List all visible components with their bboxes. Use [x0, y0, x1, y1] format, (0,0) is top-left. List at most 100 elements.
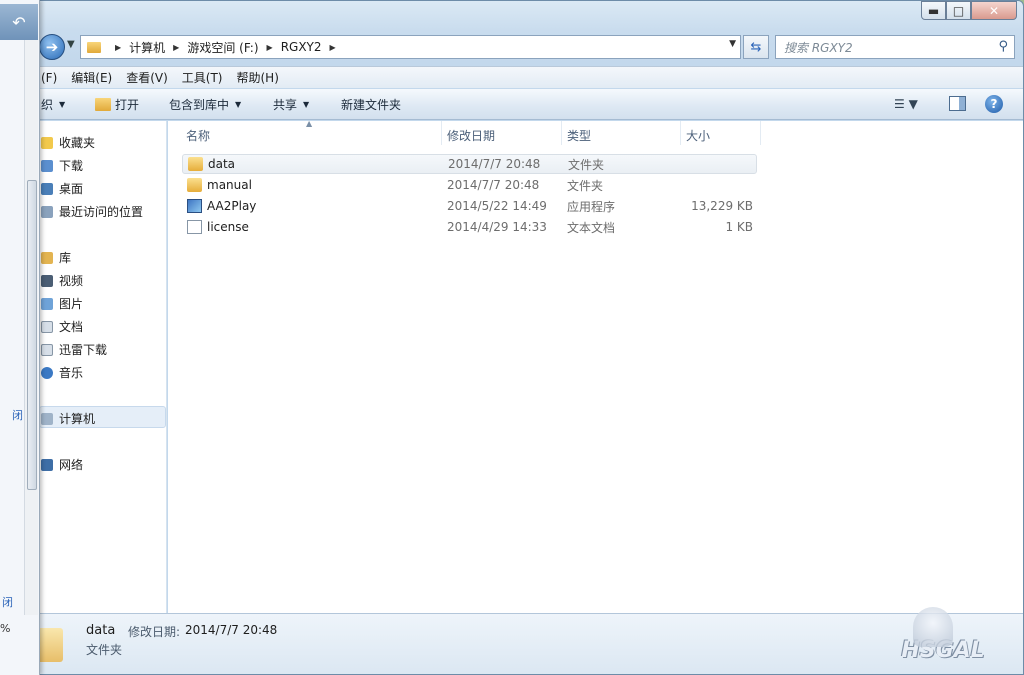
file-name: license [207, 220, 249, 234]
file-row[interactable]: data 2014/7/7 20:48 文件夹 [182, 154, 757, 174]
nav-xunlei[interactable]: 迅雷下载 [41, 341, 107, 358]
nav-videos[interactable]: 视频 [41, 272, 83, 289]
new-folder-button[interactable]: 新建文件夹 [341, 96, 401, 113]
file-date: 2014/7/7 20:48 [447, 178, 540, 192]
organize-label: 织 [41, 98, 54, 112]
column-size[interactable]: 大小 [686, 127, 710, 144]
nav-xunlei-label: 迅雷下载 [59, 343, 108, 357]
refresh-button[interactable]: ⇆ [743, 35, 769, 59]
address-dropdown-icon[interactable]: ▼ [729, 39, 736, 49]
nav-documents[interactable]: 文档 [41, 318, 83, 335]
star-icon [41, 136, 53, 149]
mascot-image [913, 607, 953, 647]
chevron-right-icon[interactable]: ▶ [330, 43, 336, 52]
folder-icon [187, 178, 202, 192]
overlay-text: 闭 [2, 596, 13, 609]
background-window-edge: ↶ 闭 闭 % [0, 0, 40, 675]
music-note-icon [41, 366, 53, 379]
nav-pictures-label: 图片 [59, 297, 84, 311]
chevron-right-icon[interactable]: ▶ [115, 43, 121, 52]
breadcrumb-rgxy2[interactable]: RGXY2 [281, 40, 322, 54]
preview-pane-icon[interactable] [949, 96, 966, 111]
column-name[interactable]: 名称 [186, 127, 210, 144]
breadcrumb-drive[interactable]: 游戏空间 (F:) [187, 39, 258, 56]
computer-icon [41, 412, 53, 425]
search-box[interactable]: 搜索 RGXY2 ⚲ [775, 35, 1015, 59]
column-divider[interactable] [680, 121, 681, 145]
column-type[interactable]: 类型 [567, 127, 591, 144]
desktop-icon [41, 182, 53, 195]
file-date: 2014/4/29 14:33 [447, 220, 547, 234]
nav-desktop[interactable]: 桌面 [41, 180, 83, 197]
scrollbar[interactable] [24, 40, 38, 615]
nav-downloads-label: 下载 [59, 159, 84, 173]
back-arrow-icon[interactable]: ↶ [0, 4, 38, 40]
file-row[interactable]: manual 2014/7/7 20:48 文件夹 [182, 175, 757, 195]
overlay-text: 闭 [12, 409, 23, 422]
folder-icon [188, 157, 203, 171]
chevron-right-icon[interactable]: ▶ [267, 43, 273, 52]
column-date[interactable]: 修改日期 [447, 127, 495, 144]
recent-pages-dropdown-icon[interactable]: ▼ [67, 39, 75, 50]
details-name: data [86, 623, 116, 638]
nav-computer[interactable]: 计算机 [41, 410, 95, 427]
caret-down-icon: ▼ [235, 100, 242, 109]
share-button[interactable]: 共享 ▼ [273, 96, 309, 113]
share-label: 共享 [273, 98, 298, 112]
file-row[interactable]: license 2014/4/29 14:33 文本文档 1 KB [182, 217, 757, 237]
column-headers: ▲ 名称 修改日期 类型 大小 [168, 119, 1023, 147]
chevron-right-icon[interactable]: ▶ [173, 43, 179, 52]
search-placeholder: 搜索 RGXY2 [784, 40, 853, 55]
search-icon[interactable]: ⚲ [998, 39, 1008, 54]
menu-bar: (F) 编辑(E) 查看(V) 工具(T) 帮助(H) [1, 66, 1023, 88]
address-bar[interactable]: ▶ 计算机 ▶ 游戏空间 (F:) ▶ RGXY2 ▶ ▼ [80, 35, 741, 59]
navigation-row: ➔ ▼ ▶ 计算机 ▶ 游戏空间 (F:) ▶ RGXY2 ▶ ▼ ⇆ 搜索 RGXY… [1, 34, 1023, 60]
menu-file[interactable]: (F) [41, 71, 57, 85]
text-file-icon [187, 220, 202, 234]
refresh-icon: ⇆ [750, 39, 762, 55]
nav-favorites[interactable]: 收藏夹 [41, 134, 95, 151]
nav-libraries-label: 库 [59, 251, 72, 265]
overlay-percent: % [0, 622, 11, 635]
nav-recent-label: 最近访问的位置 [59, 205, 144, 219]
open-button[interactable]: 打开 [95, 96, 139, 113]
nav-libraries[interactable]: 库 [41, 249, 71, 266]
column-divider[interactable] [441, 121, 442, 145]
include-in-library-button[interactable]: 包含到库中 ▼ [169, 96, 241, 113]
menu-tools[interactable]: 工具(T) [182, 69, 223, 86]
file-type: 文件夹 [567, 178, 604, 193]
file-list: ▲ 名称 修改日期 类型 大小 data 2014/7/7 20:48 文件夹 … [168, 119, 1023, 613]
nav-desktop-label: 桌面 [59, 182, 84, 196]
file-row[interactable]: AA2Play 2014/5/22 14:49 应用程序 13,229 KB [182, 196, 757, 216]
close-button[interactable]: ✕ [971, 1, 1017, 20]
column-divider[interactable] [561, 121, 562, 145]
nav-network-label: 网络 [59, 458, 84, 472]
nav-music[interactable]: 音乐 [41, 364, 83, 381]
menu-help[interactable]: 帮助(H) [237, 69, 279, 86]
view-options-icon[interactable]: ☰ ▼ [894, 97, 918, 111]
nav-network[interactable]: 网络 [41, 456, 83, 473]
file-type: 文件夹 [568, 157, 605, 172]
sort-arrow-icon: ▲ [306, 119, 313, 128]
back-button[interactable]: ➔ [39, 34, 65, 60]
organize-button[interactable]: 织 ▼ [41, 96, 65, 113]
menu-view[interactable]: 查看(V) [126, 69, 168, 86]
nav-downloads[interactable]: 下载 [41, 157, 83, 174]
nav-recent[interactable]: 最近访问的位置 [41, 203, 143, 220]
hsgal-watermark: HSGAL [883, 607, 1003, 667]
help-icon[interactable]: ? [985, 95, 1003, 113]
maximize-button[interactable]: □ [946, 1, 971, 20]
breadcrumb-computer[interactable]: 计算机 [129, 39, 165, 56]
command-bar: 织 ▼ 打开 包含到库中 ▼ 共享 ▼ 新建文件夹 ☰ ▼ ? [1, 89, 1023, 120]
file-name: AA2Play [207, 199, 257, 213]
minimize-button[interactable]: ▬ [921, 1, 946, 20]
details-pane: data 修改日期: 2014/7/7 20:48 文件夹 [1, 613, 1023, 674]
nav-pictures[interactable]: 图片 [41, 295, 83, 312]
nav-documents-label: 文档 [59, 320, 84, 334]
picture-icon [41, 297, 53, 310]
scrollbar-thumb[interactable] [27, 180, 37, 490]
menu-edit[interactable]: 编辑(E) [71, 69, 112, 86]
column-divider[interactable] [760, 121, 761, 145]
details-date-label: 修改日期: [128, 625, 181, 639]
application-icon [187, 199, 202, 213]
